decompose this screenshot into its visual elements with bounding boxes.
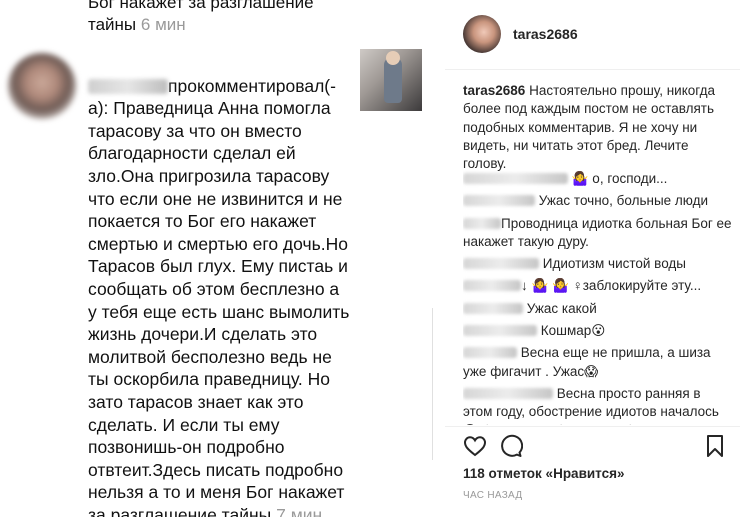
previous-comment-fragment: Бог накажет за разглашение тайны 6 мин: [88, 0, 338, 36]
blurred-username[interactable]: [463, 280, 521, 292]
post-actions: [463, 434, 725, 460]
header-divider: [445, 69, 740, 70]
blurred-username[interactable]: [88, 79, 168, 95]
comment-text: Идиотизм чистой воды: [539, 256, 686, 272]
bookmark-icon[interactable]: [703, 434, 727, 458]
comment-row: Идиотизм чистой воды: [463, 255, 733, 273]
actions-divider: [445, 426, 740, 427]
blurred-username[interactable]: [463, 387, 553, 399]
comment-bubble-icon[interactable]: [499, 434, 524, 458]
blurred-username[interactable]: [463, 195, 535, 207]
notification-panel: Бог накажет за разглашение тайны 6 мин п…: [0, 0, 440, 517]
instagram-post-panel: taras2686 taras2686 Настоятельно прошу, …: [445, 0, 740, 517]
comment-row: Кошмар😮: [463, 322, 733, 340]
blurred-username[interactable]: [463, 217, 501, 229]
comment-text: Ужас какой: [523, 300, 597, 316]
comment-body: Праведница Анна помогла тарасову за что …: [88, 98, 350, 517]
previous-comment-time: 6 мин: [140, 15, 186, 34]
comment-row: ↓ 🤷‍♀️ 🤷‍♀️ ♀заблокируйте эту...: [463, 277, 733, 295]
comment-row: Ужас какой: [463, 300, 733, 318]
post-caption: taras2686 Настоятельно прошу, никогда бо…: [463, 82, 728, 173]
comment-row: Весна просто ранняя в этом году, обостре…: [463, 385, 733, 425]
profile-avatar[interactable]: [463, 15, 501, 53]
comment-text: 🤷‍♀️ о, господи...: [568, 171, 668, 186]
blurred-username[interactable]: [463, 258, 539, 270]
comment-text: Ужас точно, больные люди: [535, 193, 709, 209]
comment-row: Проводница идиотка больная Бог ее накаже…: [463, 215, 733, 252]
comment-text: Проводница идиотка больная Бог ее накаже…: [463, 215, 732, 249]
comment-row: 🤷‍♀️ о, господи...: [463, 170, 733, 188]
comment-time: 7 мин: [276, 504, 323, 517]
blurred-username[interactable]: [463, 302, 523, 314]
comment-text: ↓ 🤷‍♀️ 🤷‍♀️ ♀заблокируйте эту...: [521, 278, 702, 294]
post-username[interactable]: taras2686: [513, 26, 578, 42]
comments-list: 🤷‍♀️ о, господи... Ужас точно, больные л…: [463, 170, 733, 425]
comment-row: Весна еще не пришла, а шиза уже фигачит …: [463, 344, 733, 381]
blurred-username[interactable]: [463, 347, 517, 359]
scrollbar[interactable]: [432, 308, 436, 460]
previous-comment-text: Бог накажет за разглашение тайны: [88, 0, 314, 34]
heart-icon[interactable]: [463, 434, 487, 458]
blurred-username[interactable]: [463, 325, 537, 337]
blurred-username[interactable]: [463, 173, 568, 184]
post-time-ago: ЧАС НАЗАД: [463, 490, 523, 501]
likes-count[interactable]: 118 отметок «Нравится»: [463, 466, 625, 481]
post-thumbnail[interactable]: [360, 49, 422, 111]
comment-text: Кошмар😮: [537, 323, 606, 339]
comment-row: Ужас точно, больные люди: [463, 192, 733, 210]
commenter-avatar[interactable]: [8, 53, 76, 119]
caption-username[interactable]: taras2686: [463, 83, 525, 98]
comment-notification: прокомментировал(-а): Праведница Анна по…: [88, 52, 350, 517]
